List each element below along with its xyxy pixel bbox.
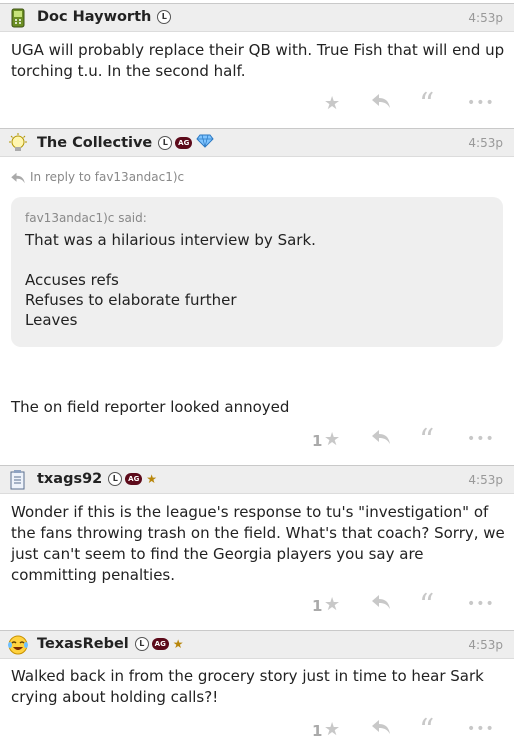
username-text[interactable]: The Collective bbox=[37, 135, 152, 151]
post-body: Walked back in from the grocery story ju… bbox=[11, 667, 484, 706]
post-header: txags92 L AG ★ 4:53p bbox=[0, 465, 514, 494]
username[interactable]: The Collective L AG bbox=[37, 134, 214, 152]
post-actions: ★ “ ••• bbox=[324, 87, 495, 122]
like-count[interactable]: 1 bbox=[312, 720, 322, 741]
more-dots-icon[interactable]: ••• bbox=[467, 596, 495, 612]
like-count-number: 1 bbox=[312, 722, 323, 740]
username[interactable]: Doc Hayworth L bbox=[37, 9, 172, 25]
quote-line: Leaves bbox=[25, 311, 78, 329]
post-body: Wonder if this is the league's response … bbox=[11, 503, 505, 584]
post-actions: 1 ★ “ ••• bbox=[312, 713, 495, 748]
lightbulb-avatar-icon[interactable] bbox=[7, 133, 29, 153]
more-dots-icon[interactable]: ••• bbox=[467, 721, 495, 737]
reply-arrow-icon[interactable] bbox=[371, 93, 391, 114]
post-timestamp[interactable]: 4:53p bbox=[468, 11, 503, 25]
lifetime-badge: L bbox=[108, 472, 123, 486]
star-icon[interactable]: ★ bbox=[324, 93, 340, 114]
quote-icon[interactable]: “ bbox=[419, 87, 434, 122]
username-text[interactable]: TexasRebel bbox=[37, 636, 129, 652]
quote-line: Refuses to elaborate further bbox=[25, 291, 237, 309]
post-header: TexasRebel L AG ★ 4:53p bbox=[0, 630, 514, 659]
ag-badge: AG bbox=[151, 638, 169, 650]
notepad-avatar-icon[interactable] bbox=[7, 470, 29, 490]
quote-line: Accuses refs bbox=[25, 271, 119, 289]
reply-arrow-icon[interactable] bbox=[371, 719, 391, 740]
reply-arrow-icon bbox=[11, 172, 25, 183]
lifetime-badge: L bbox=[157, 10, 172, 24]
lifetime-badge: L bbox=[134, 637, 149, 651]
post-timestamp[interactable]: 4:53p bbox=[468, 638, 503, 652]
quote-icon[interactable]: “ bbox=[419, 588, 434, 623]
post-actions: 1 ★ “ ••• bbox=[312, 423, 495, 458]
reply-arrow-icon[interactable] bbox=[371, 594, 391, 615]
post-body: The on field reporter looked annoyed bbox=[11, 398, 290, 416]
more-dots-icon[interactable]: ••• bbox=[467, 95, 495, 111]
post-timestamp[interactable]: 4:53p bbox=[468, 136, 503, 150]
post-timestamp[interactable]: 4:53p bbox=[468, 473, 503, 487]
post-header: Doc Hayworth L 4:53p bbox=[0, 3, 514, 32]
like-count-number: 1 bbox=[312, 597, 323, 615]
like-count[interactable]: 1 bbox=[312, 430, 322, 451]
phone-avatar-icon[interactable] bbox=[7, 8, 29, 28]
quote-block: fav13andac1)c said: That was a hilarious… bbox=[11, 197, 503, 347]
quote-line: That was a hilarious interview by Sark. bbox=[25, 231, 316, 249]
laughing-face-avatar-icon[interactable] bbox=[7, 635, 29, 655]
post-actions: 1 ★ “ ••• bbox=[312, 588, 495, 623]
gold-star-icon: ★ bbox=[146, 472, 158, 486]
username[interactable]: txags92 L AG ★ bbox=[37, 471, 157, 487]
quote-icon[interactable]: “ bbox=[419, 423, 434, 458]
reply-reference[interactable]: In reply to fav13andac1)c bbox=[10, 170, 184, 184]
reply-arrow-icon[interactable] bbox=[371, 429, 391, 450]
like-count-number: 1 bbox=[312, 432, 323, 450]
post-header: The Collective L AG 4:53p bbox=[0, 128, 514, 157]
username-text[interactable]: Doc Hayworth bbox=[37, 9, 151, 25]
quote-icon[interactable]: “ bbox=[419, 713, 434, 748]
quote-attribution[interactable]: fav13andac1)c said: bbox=[25, 211, 147, 225]
diamond-icon bbox=[196, 134, 214, 152]
star-icon[interactable]: ★ bbox=[324, 594, 340, 615]
ag-badge: AG bbox=[125, 473, 143, 485]
post-body: UGA will probably replace their QB with.… bbox=[11, 41, 505, 80]
gold-star-icon: ★ bbox=[172, 637, 184, 651]
star-icon[interactable]: ★ bbox=[324, 429, 340, 450]
more-dots-icon[interactable]: ••• bbox=[467, 431, 495, 447]
ag-badge: AG bbox=[175, 137, 193, 149]
username[interactable]: TexasRebel L AG ★ bbox=[37, 636, 184, 652]
like-count[interactable]: 1 bbox=[312, 595, 322, 616]
username-text[interactable]: txags92 bbox=[37, 471, 102, 487]
star-icon[interactable]: ★ bbox=[324, 719, 340, 740]
lifetime-badge: L bbox=[158, 136, 173, 150]
reply-to-text[interactable]: In reply to fav13andac1)c bbox=[30, 170, 184, 184]
